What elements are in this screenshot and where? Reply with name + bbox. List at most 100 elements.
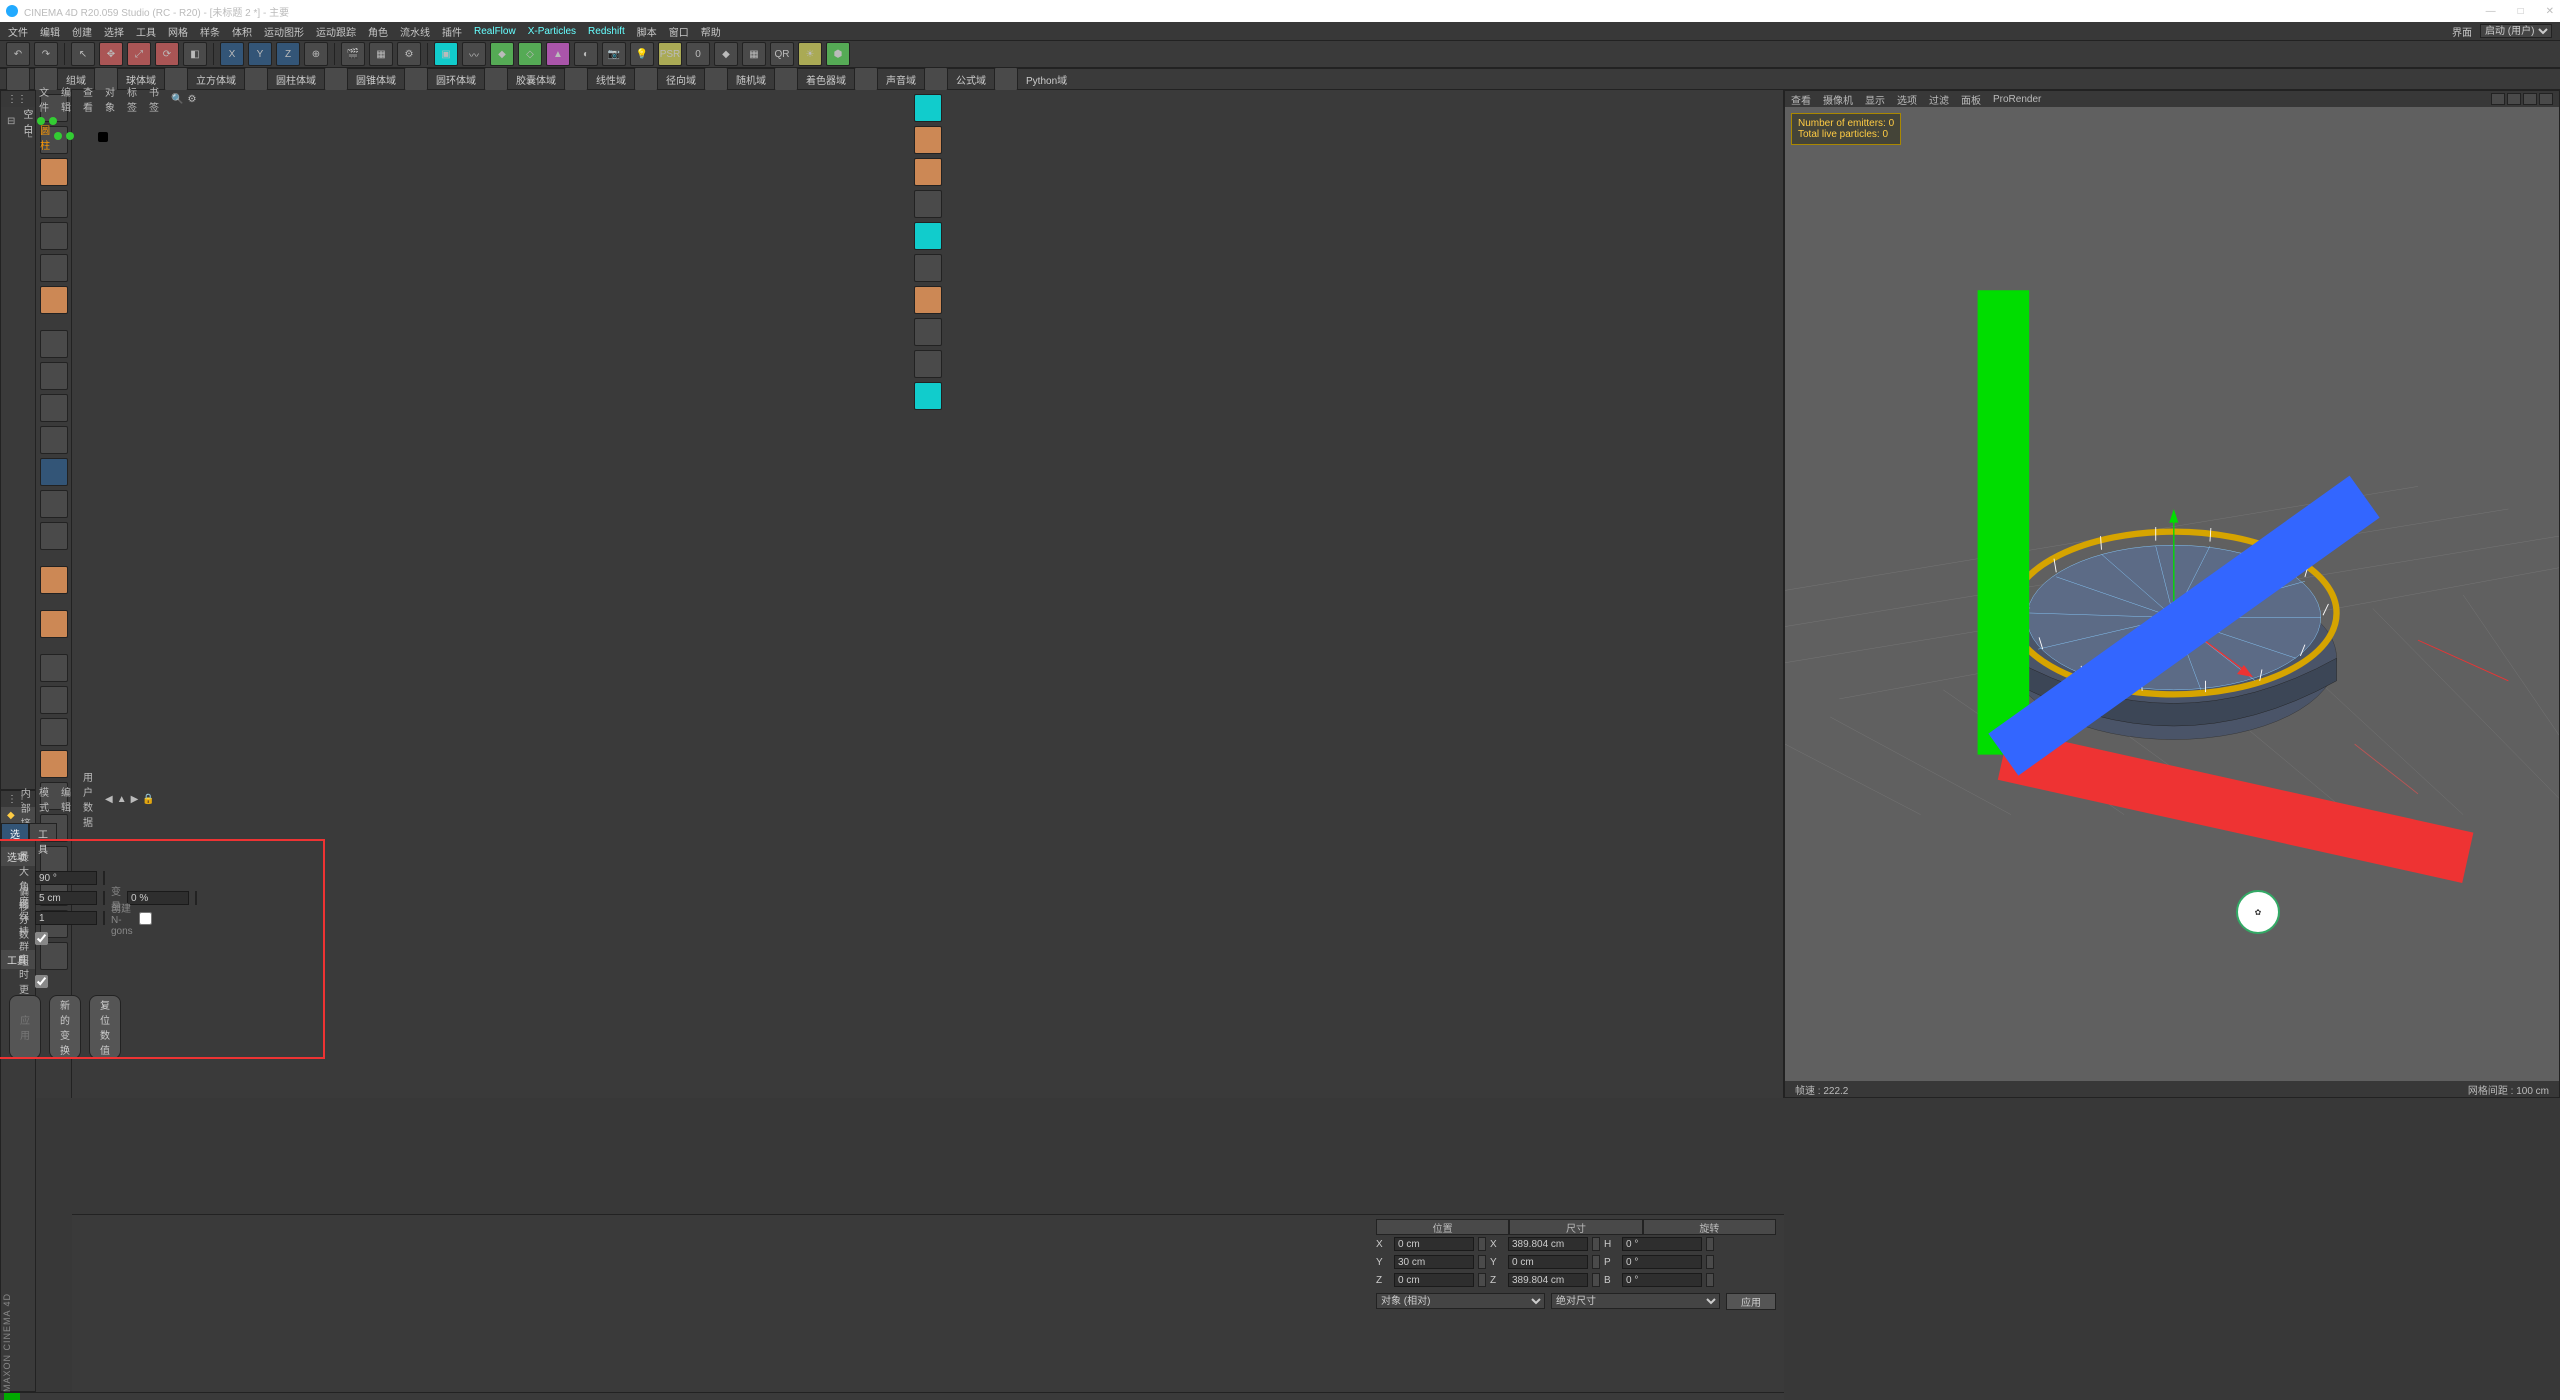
new-transform-button[interactable]: 新的变换 — [49, 995, 81, 1059]
misc3-button[interactable]: ☀ — [798, 42, 822, 66]
max-angle-input[interactable] — [35, 871, 97, 885]
field-button[interactable] — [634, 67, 658, 91]
reset-values-button[interactable]: 复位数值 — [89, 995, 121, 1059]
point-mode-button[interactable] — [40, 222, 68, 250]
spinner[interactable] — [1706, 1255, 1714, 1269]
objmgr-menu-item[interactable]: 标签 — [127, 84, 137, 114]
workplane-button[interactable] — [40, 394, 68, 422]
size-input[interactable] — [1508, 1255, 1588, 1269]
axis-button[interactable] — [40, 330, 68, 358]
select-tool[interactable]: ↖ — [71, 42, 95, 66]
t4-button[interactable] — [914, 190, 942, 218]
palette-icon[interactable] — [6, 67, 30, 91]
apply-button[interactable]: 应用 — [9, 995, 41, 1059]
variation-input[interactable] — [127, 891, 189, 905]
pos-input[interactable] — [1394, 1237, 1474, 1251]
objmgr-menu-item[interactable]: 文件 — [39, 84, 49, 114]
lock-z-button[interactable]: Z — [276, 42, 300, 66]
menu-item[interactable]: 插件 — [442, 24, 462, 39]
view-menu-item[interactable]: 显示 — [1865, 92, 1885, 107]
generator2-button[interactable]: ◇ — [518, 42, 542, 66]
menu-item[interactable]: 编辑 — [40, 24, 60, 39]
spinner[interactable] — [1592, 1255, 1600, 1269]
maximize-button[interactable]: □ — [2518, 6, 2524, 17]
layout-select[interactable]: 启动 (用户) — [2480, 24, 2552, 38]
spinner[interactable] — [1478, 1273, 1486, 1287]
menu-item[interactable]: 选择 — [104, 24, 124, 39]
spinner[interactable] — [1592, 1273, 1600, 1287]
spinner[interactable] — [195, 891, 197, 905]
objmgr-menu-item[interactable]: 对象 — [105, 84, 115, 114]
t10-button[interactable] — [914, 382, 942, 410]
extra6-button[interactable] — [40, 654, 68, 682]
size-input[interactable] — [1508, 1273, 1588, 1287]
lock-icon[interactable]: 🔒 — [142, 794, 154, 805]
qr-button[interactable]: QR — [770, 42, 794, 66]
coord-system-button[interactable]: ⊕ — [304, 42, 328, 66]
field-button[interactable] — [244, 67, 268, 91]
snap-button[interactable] — [40, 362, 68, 390]
t6-button[interactable] — [914, 254, 942, 282]
t1-button[interactable] — [914, 94, 942, 122]
spline-button[interactable]: 〰 — [462, 42, 486, 66]
t8-button[interactable] — [914, 318, 942, 346]
tab-options[interactable]: 选项 — [1, 823, 29, 841]
close-button[interactable]: ✕ — [2546, 6, 2554, 17]
objmgr-menu-item[interactable]: 编辑 — [61, 84, 71, 114]
t5-button[interactable] — [914, 222, 942, 250]
menu-item[interactable]: 运动图形 — [264, 24, 304, 39]
extra2-button[interactable] — [40, 490, 68, 518]
view-menu-item[interactable]: ProRender — [1993, 94, 2041, 105]
field-button[interactable] — [564, 67, 588, 91]
field-button[interactable] — [324, 67, 348, 91]
menu-item[interactable]: 帮助 — [701, 24, 721, 39]
quantize-button[interactable] — [40, 426, 68, 454]
t9-button[interactable] — [914, 350, 942, 378]
spinner[interactable] — [1478, 1255, 1486, 1269]
attr-menu-item[interactable]: 模式 — [39, 784, 49, 814]
rot-input[interactable] — [1622, 1237, 1702, 1251]
render-region-button[interactable]: ▦ — [369, 42, 393, 66]
deformer-button[interactable]: ▲ — [546, 42, 570, 66]
nav-up-icon[interactable]: ▲ — [117, 794, 127, 805]
timeline-ruler[interactable]: 0481216202428323640444852566064687276808… — [0, 1393, 1784, 1400]
environment-button[interactable]: ◐ — [574, 42, 598, 66]
spinner[interactable] — [103, 911, 105, 925]
extra7-button[interactable] — [40, 686, 68, 714]
misc4-button[interactable]: ⬢ — [826, 42, 850, 66]
viewport-nav-icon[interactable] — [2491, 93, 2505, 105]
menu-item[interactable]: 角色 — [368, 24, 388, 39]
extra1-button[interactable] — [40, 458, 68, 486]
texture-mode-button[interactable] — [40, 158, 68, 186]
misc2-button[interactable]: ▦ — [742, 42, 766, 66]
field-button[interactable] — [404, 67, 428, 91]
spinner[interactable] — [1706, 1273, 1714, 1287]
viewport[interactable]: Number of emitters: 0 Total live particl… — [1785, 107, 2559, 1081]
field-button[interactable] — [854, 67, 878, 91]
drag-handle[interactable]: ⋮⋮ — [7, 94, 27, 105]
size-input[interactable] — [1508, 1237, 1588, 1251]
menu-item[interactable]: 样条 — [200, 24, 220, 39]
render-view-button[interactable]: 🎬 — [341, 42, 365, 66]
lock-y-button[interactable]: Y — [248, 42, 272, 66]
camera-button[interactable]: 📷 — [602, 42, 626, 66]
workplane-mode-button[interactable] — [40, 190, 68, 218]
psr-button[interactable]: PSR — [658, 42, 682, 66]
rot-input[interactable] — [1622, 1255, 1702, 1269]
menu-item[interactable]: 脚本 — [637, 24, 657, 39]
spinner[interactable] — [103, 871, 105, 885]
t2-button[interactable] — [914, 126, 942, 154]
view-menu-item[interactable]: 查看 — [1791, 92, 1811, 107]
view-menu-item[interactable]: 选项 — [1897, 92, 1917, 107]
tree-child-row[interactable]: └ 圆柱 — [7, 129, 29, 145]
nav-fwd-icon[interactable]: ▶ — [131, 794, 139, 805]
menu-item[interactable]: RealFlow — [474, 26, 516, 37]
extra5-button[interactable] — [40, 610, 68, 638]
pos-input[interactable] — [1394, 1273, 1474, 1287]
field-button[interactable] — [484, 67, 508, 91]
field-button[interactable] — [994, 67, 1018, 91]
realtime-checkbox[interactable] — [35, 975, 48, 988]
move-tool[interactable]: ✥ — [99, 42, 123, 66]
menu-item[interactable]: 文件 — [8, 24, 28, 39]
spinner[interactable] — [103, 891, 105, 905]
